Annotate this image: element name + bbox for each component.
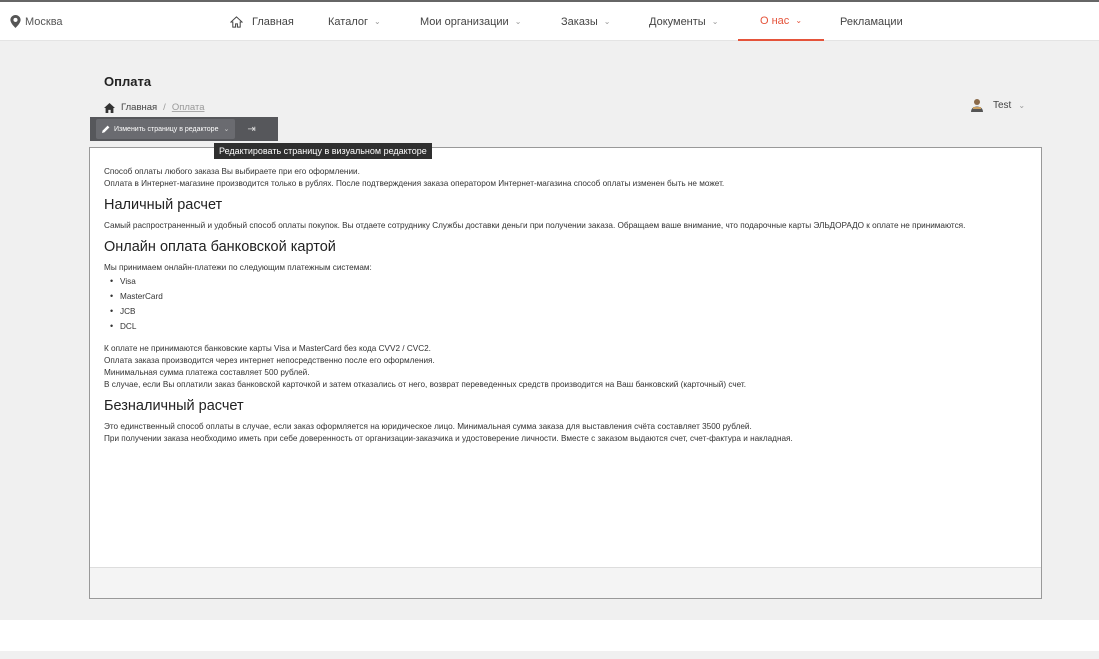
top-navigation: Москва Главная Каталог ⌄ Мои организации… xyxy=(0,0,1099,41)
editor-toolbar: Изменить страницу в редакторе ⌄ ⇥ xyxy=(90,117,278,141)
list-item: Visa xyxy=(110,274,1034,289)
nav-claims-label: Рекламации xyxy=(840,15,903,28)
city-label: Москва xyxy=(25,15,63,28)
chevron-down-icon: ⌄ xyxy=(603,17,611,26)
nav-catalog[interactable]: Каталог ⌄ xyxy=(328,2,381,41)
breadcrumb: Главная / Оплата xyxy=(104,102,205,113)
card-note-4: В случае, если Вы оплатили заказ банковс… xyxy=(104,380,746,389)
card-note-3: Минимальная сумма платежа составляет 500… xyxy=(104,368,310,377)
map-pin-icon xyxy=(10,15,21,28)
nav-home[interactable]: Главная xyxy=(230,2,294,41)
cash-heading: Наличный расчет xyxy=(104,197,223,213)
nav-catalog-label: Каталог xyxy=(328,15,368,28)
list-item: MasterCard xyxy=(110,289,1034,304)
chevron-down-icon: ⌄ xyxy=(711,17,719,26)
editor-tooltip: Редактировать страницу в визуальном реда… xyxy=(214,143,432,159)
nav-claims[interactable]: Рекламации xyxy=(840,2,903,41)
chevron-down-icon: ⌄ xyxy=(514,17,522,26)
intro-text-1: Способ оплаты любого заказа Вы выбираете… xyxy=(104,167,360,176)
content-body: Способ оплаты любого заказа Вы выбираете… xyxy=(104,166,1034,445)
chevron-down-icon: ⌄ xyxy=(374,17,381,26)
card-footer xyxy=(90,567,1041,598)
page-title: Оплата xyxy=(104,74,152,89)
nav-orders[interactable]: Заказы ⌄ xyxy=(561,2,610,41)
user-menu[interactable]: Test ⌄ xyxy=(970,98,1025,112)
breadcrumb-home-link[interactable]: Главная xyxy=(121,102,157,113)
nav-documents-label: Документы xyxy=(649,15,706,28)
page-footer xyxy=(0,620,1099,651)
noncash-text-2: При получении заказа необходимо иметь пр… xyxy=(104,434,793,443)
list-item: JCB xyxy=(110,304,1034,319)
content-card: Способ оплаты любого заказа Вы выбираете… xyxy=(89,147,1042,599)
chevron-down-icon: ⌄ xyxy=(1018,100,1026,110)
nav-my-organizations-label: Мои организации xyxy=(420,15,509,28)
edit-page-label: Изменить страницу в редакторе xyxy=(114,125,219,133)
breadcrumb-current: Оплата xyxy=(171,102,205,113)
chevron-down-icon: ⌄ xyxy=(223,126,230,133)
pin-icon[interactable]: ⇥ xyxy=(247,124,255,135)
noncash-text-1: Это единственный способ оплаты в случае,… xyxy=(104,422,752,431)
home-icon xyxy=(104,102,115,113)
nav-home-label: Главная xyxy=(252,15,294,28)
card-payment-heading: Онлайн оплата банковской картой xyxy=(104,239,336,255)
list-item: DCL xyxy=(110,319,1034,334)
pencil-icon xyxy=(102,125,110,133)
card-payment-lead: Мы принимаем онлайн-платежи по следующим… xyxy=(104,263,372,272)
noncash-heading: Безналичный расчет xyxy=(104,398,244,414)
chevron-down-icon: ⌄ xyxy=(795,16,803,25)
card-note-2: Оплата заказа производится через интерне… xyxy=(104,356,435,365)
city-selector[interactable]: Москва xyxy=(10,15,63,28)
card-note-1: К оплате не принимаются банковские карты… xyxy=(104,344,431,353)
intro-text-2: Оплата в Интернет-магазине производится … xyxy=(104,179,725,188)
nav-about-label: О нас xyxy=(760,14,790,27)
breadcrumb-separator: / xyxy=(163,102,166,113)
nav-orders-label: Заказы xyxy=(561,15,598,28)
nav-documents[interactable]: Документы ⌄ xyxy=(649,2,718,41)
payment-systems-list: Visa MasterCard JCB DCL xyxy=(110,274,1034,334)
user-icon xyxy=(971,99,983,112)
cash-text: Самый распространенный и удобный способ … xyxy=(104,221,966,230)
user-name: Test xyxy=(993,99,1012,111)
edit-page-button[interactable]: Изменить страницу в редакторе ⌄ xyxy=(96,119,236,139)
nav-about[interactable]: О нас ⌄ xyxy=(738,2,825,41)
nav-my-organizations[interactable]: Мои организации ⌄ xyxy=(420,2,521,41)
home-icon xyxy=(230,15,243,28)
